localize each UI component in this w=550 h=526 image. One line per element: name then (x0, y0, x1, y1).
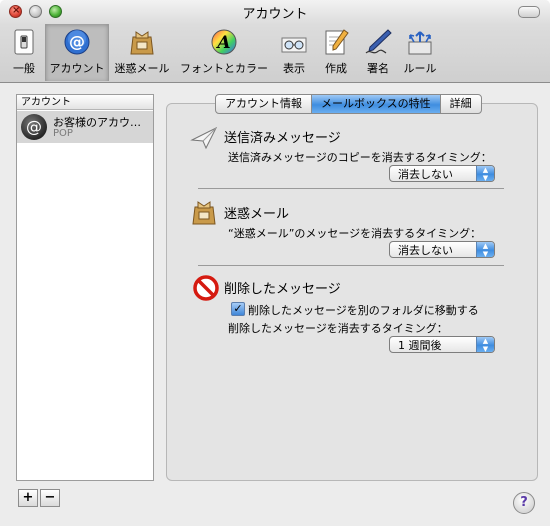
glasses-icon (281, 37, 307, 53)
tab-advanced[interactable]: 詳細 (441, 95, 481, 113)
light-switch-icon (14, 29, 34, 55)
sent-section-title: 送信済みメッセージ (224, 131, 341, 146)
tab-mailbox-behaviors[interactable]: メールボックスの特性 (312, 95, 441, 113)
trash-erase-popup[interactable]: 1 週間後 ▲ ▼ (389, 336, 495, 353)
section-divider (198, 188, 504, 189)
trash-erase-label: 削除したメッセージを消去するタイミング： (228, 322, 448, 335)
toolbar-signatures[interactable]: 署名 (360, 28, 396, 78)
move-to-trash-checkbox[interactable]: ✓ (231, 302, 245, 316)
junk-section-title: 迷惑メール (224, 207, 290, 222)
paper-plane-icon (190, 126, 218, 150)
window-title: アカウント (242, 7, 308, 22)
svg-text:A: A (215, 33, 230, 53)
toolbar-fonts-colors-label: フォントとカラー (180, 62, 268, 75)
toolbar-rules-label: ルール (403, 62, 437, 75)
junk-erase-popup-value: 消去しない (398, 244, 453, 257)
toolbar-junk-mail-label: 迷惑メール (114, 62, 170, 75)
sent-erase-label: 送信済みメッセージのコピーを消去するタイミング： (228, 151, 492, 164)
accounts-list[interactable]: アカウント @ お客様のアカウ… POP (16, 94, 154, 481)
svg-text:@: @ (69, 32, 85, 51)
trash-erase-popup-value: 1 週間後 (398, 339, 442, 352)
toolbar-viewing[interactable]: 表示 (276, 28, 312, 78)
tab-bar: アカウント情報 メールボックスの特性 詳細 (215, 94, 482, 114)
pen-signature-icon (365, 29, 392, 54)
add-account-button[interactable]: + (18, 489, 38, 507)
popup-arrows-icon: ▲ ▼ (476, 337, 494, 353)
preferences-window: × アカウント 一般 @ アカウント 迷惑メール A フォントとカラー 表示 作… (0, 0, 550, 526)
junk-mail-bag-icon (130, 31, 154, 55)
junk-erase-popup[interactable]: 消去しない ▲ ▼ (389, 241, 495, 258)
toolbar-general-label: 一般 (13, 62, 35, 75)
remove-account-button[interactable]: − (40, 489, 60, 507)
toolbar-composing[interactable]: 作成 (318, 28, 354, 78)
accounts-list-header: アカウント (17, 95, 153, 110)
toolbar-rules[interactable]: ルール (401, 28, 439, 78)
account-type: POP (53, 128, 73, 139)
junk-mail-bag-icon (192, 201, 216, 225)
account-row[interactable]: @ お客様のアカウ… POP (17, 111, 153, 143)
toolbar-accounts-label: アカウント (49, 62, 105, 75)
rules-arrows-icon (408, 31, 432, 55)
toolbar-accounts[interactable]: @ アカウント (45, 24, 109, 81)
pencil-paper-icon (325, 29, 349, 55)
popup-arrows-icon: ▲ ▼ (476, 242, 494, 258)
popup-arrows-icon: ▲ ▼ (476, 166, 494, 182)
toolbar-general[interactable]: 一般 (7, 28, 41, 78)
title-toolbar-area: × アカウント 一般 @ アカウント 迷惑メール A フォントとカラー 表示 作… (0, 0, 550, 83)
trash-section-title: 削除したメッセージ (224, 282, 341, 297)
help-button[interactable]: ? (513, 492, 535, 514)
junk-erase-label: “迷惑メール”のメッセージを消去するタイミング： (228, 227, 482, 240)
sent-erase-popup-value: 消去しない (398, 168, 453, 181)
toolbar-composing-label: 作成 (325, 62, 347, 75)
at-sign-icon: @ (64, 29, 90, 55)
move-to-trash-label: 削除したメッセージを別のフォルダに移動する (248, 304, 479, 317)
toolbar-signatures-label: 署名 (367, 62, 389, 75)
font-color-icon: A (211, 29, 237, 55)
at-sign-icon: @ (21, 114, 47, 140)
sent-erase-popup[interactable]: 消去しない ▲ ▼ (389, 165, 495, 182)
section-divider (198, 265, 504, 266)
prohibited-icon (193, 275, 219, 301)
toolbar-fonts-colors[interactable]: A フォントとカラー (177, 28, 271, 78)
toolbar-junk-mail[interactable]: 迷惑メール (112, 28, 172, 78)
toolbar-viewing-label: 表示 (283, 62, 305, 75)
toolbar-toggle-button[interactable] (518, 6, 540, 18)
tab-account-info[interactable]: アカウント情報 (216, 95, 312, 113)
